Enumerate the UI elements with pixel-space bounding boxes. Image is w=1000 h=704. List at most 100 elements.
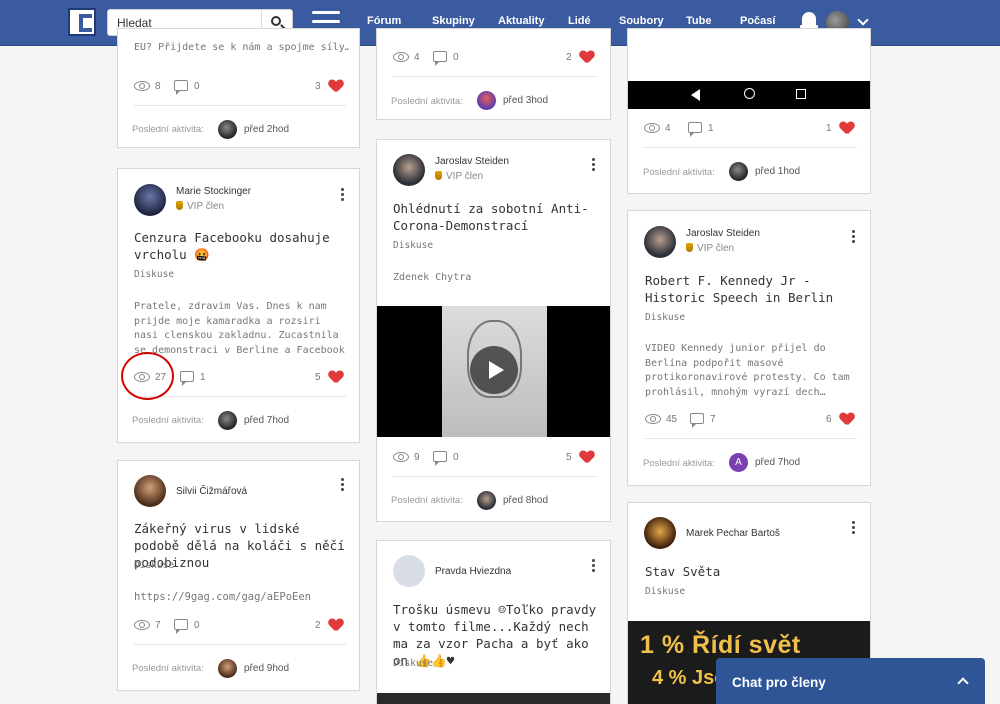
post-excerpt: VIDEO Kennedy junior přijel do Berlína p…: [645, 343, 850, 398]
post-card[interactable]: Silvii Čižmářová Zákeřný virus v lidské …: [117, 460, 360, 691]
post-card[interactable]: Jaroslav Steiden VIP člen Ohlédnutí za s…: [376, 139, 611, 522]
eye-icon: [645, 413, 661, 425]
medal-icon: [176, 201, 183, 210]
post-category[interactable]: Diskuse: [645, 586, 685, 597]
heart-icon[interactable]: [329, 371, 343, 383]
divider: [393, 76, 597, 77]
author-avatar[interactable]: [393, 154, 425, 186]
medal-icon: [435, 171, 442, 180]
comment-icon[interactable]: [180, 371, 194, 386]
post-category[interactable]: Diskuse: [393, 658, 433, 669]
more-options-icon[interactable]: [341, 478, 345, 493]
author-name[interactable]: Silvii Čižmářová: [176, 486, 247, 497]
comment-icon[interactable]: [174, 619, 188, 634]
vip-badge: VIP člen: [686, 243, 734, 254]
back-icon: [691, 89, 700, 101]
activity-label: Poslední aktivita:: [132, 415, 204, 426]
author-avatar[interactable]: [644, 226, 676, 258]
post-card[interactable]: Marie Stockinger VIP člen Cenzura Facebo…: [117, 168, 360, 443]
nav-weather[interactable]: Počasí: [740, 15, 775, 27]
activity-label: Poslední aktivita:: [643, 167, 715, 178]
post-link[interactable]: https://9gag.com/gag/aEPoEen: [134, 591, 311, 603]
play-icon[interactable]: [470, 346, 518, 394]
comment-count: 0: [453, 452, 459, 463]
chat-panel-toggle[interactable]: Chat pro členy: [716, 658, 985, 704]
heart-icon[interactable]: [840, 122, 854, 134]
post-title[interactable]: Ohlédnutí za sobotní Anti-Corona-Demonst…: [393, 200, 598, 234]
activity-avatar[interactable]: [218, 659, 237, 678]
nav-tube[interactable]: Tube: [686, 15, 711, 27]
author-name[interactable]: Marie Stockinger: [176, 186, 251, 197]
post-title[interactable]: Robert F. Kennedy Jr - Historic Speech i…: [645, 272, 860, 306]
activity-time: před 2hod: [244, 124, 290, 135]
eye-icon: [134, 80, 150, 92]
activity-label: Poslední aktivita:: [132, 663, 204, 674]
activity-time: před 1hod: [755, 166, 801, 177]
eye-icon: [393, 51, 409, 63]
video-thumbnail[interactable]: [377, 693, 610, 704]
heart-icon[interactable]: [580, 51, 594, 63]
more-options-icon[interactable]: [852, 521, 856, 536]
more-options-icon[interactable]: [341, 188, 345, 203]
activity-avatar[interactable]: A: [729, 453, 748, 472]
heart-icon[interactable]: [580, 451, 594, 463]
post-category[interactable]: Diskuse: [134, 269, 174, 280]
post-category[interactable]: Diskuse: [645, 312, 685, 323]
more-options-icon[interactable]: [592, 158, 596, 173]
comment-icon[interactable]: [688, 122, 702, 137]
author-avatar[interactable]: [393, 555, 425, 587]
android-nav-bar: [628, 81, 870, 109]
divider: [134, 396, 346, 397]
like-count: 2: [566, 52, 572, 63]
chevron-down-icon[interactable]: [857, 14, 869, 26]
chevron-up-icon[interactable]: [957, 677, 969, 689]
comment-count: 0: [194, 81, 200, 92]
post-card[interactable]: 4 1 1 Poslední aktivita: před 1hod: [627, 28, 871, 194]
author-avatar[interactable]: [134, 184, 166, 216]
nav-forum[interactable]: Fórum: [367, 15, 401, 27]
author-name[interactable]: Jaroslav Steiden: [435, 156, 509, 167]
post-title[interactable]: Cenzura Facebooku dosahuje vrcholu 🤬: [134, 229, 344, 263]
nav-groups[interactable]: Skupiny: [432, 15, 475, 27]
heart-icon[interactable]: [840, 413, 854, 425]
author-name[interactable]: Pravda Hviezdna: [435, 566, 511, 577]
comment-icon[interactable]: [690, 413, 704, 428]
comment-icon[interactable]: [433, 451, 447, 466]
heart-icon[interactable]: [329, 619, 343, 631]
author-name[interactable]: Marek Pechar Bartoš: [686, 528, 780, 539]
activity-avatar[interactable]: [477, 491, 496, 510]
divider: [134, 105, 346, 106]
activity-avatar[interactable]: [218, 411, 237, 430]
site-logo-icon[interactable]: [68, 8, 96, 36]
post-title[interactable]: Stav Světa: [645, 563, 720, 580]
activity-avatar[interactable]: [218, 120, 237, 139]
activity-avatar[interactable]: [729, 162, 748, 181]
comment-count: 1: [200, 372, 206, 383]
nav-people[interactable]: Lidé: [568, 15, 591, 27]
nav-news[interactable]: Aktuality: [498, 15, 544, 27]
divider: [644, 147, 857, 148]
post-category[interactable]: Diskuse: [393, 240, 433, 251]
like-count: 6: [826, 414, 832, 425]
author-avatar[interactable]: [644, 517, 676, 549]
vip-badge: VIP člen: [435, 171, 483, 182]
activity-avatar[interactable]: [477, 91, 496, 110]
comment-icon[interactable]: [433, 51, 447, 66]
video-player[interactable]: [377, 306, 610, 437]
activity-label: Poslední aktivita:: [643, 458, 715, 469]
author-avatar[interactable]: [134, 475, 166, 507]
post-card[interactable]: Jaroslav Steiden VIP člen Robert F. Kenn…: [627, 210, 871, 486]
more-options-icon[interactable]: [852, 230, 856, 245]
post-card[interactable]: Pravda Hviezdna Trošku úsmevu ☺Toľko pra…: [376, 540, 611, 704]
nav-files[interactable]: Soubory: [619, 15, 664, 27]
like-count: 1: [826, 123, 832, 134]
comment-icon[interactable]: [174, 80, 188, 95]
heart-icon[interactable]: [329, 80, 343, 92]
post-card[interactable]: 4 0 2 Poslední aktivita: před 3hod: [376, 28, 611, 120]
comment-count: 1: [708, 123, 714, 134]
author-name[interactable]: Jaroslav Steiden: [686, 228, 760, 239]
like-count: 3: [315, 81, 321, 92]
post-category[interactable]: Diskuse: [134, 560, 174, 571]
post-card[interactable]: EU? Přijdete se k nám a spojme síly… 8 0…: [117, 28, 360, 148]
more-options-icon[interactable]: [592, 559, 596, 574]
